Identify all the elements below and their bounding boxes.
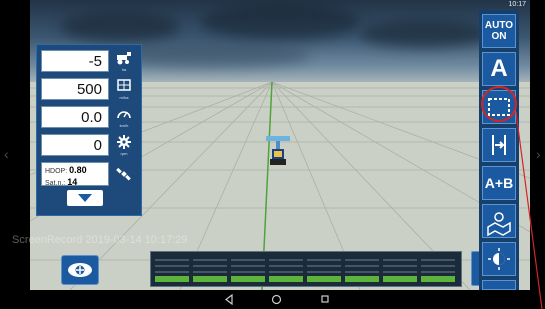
screen-record-watermark: ScreenRecord 2019-03-14 10:17:29 — [12, 234, 188, 246]
area-value: -5 — [41, 50, 109, 72]
annotation-arrow — [515, 111, 543, 309]
eye-icon — [68, 263, 92, 277]
hdop-value: 0.80 — [69, 165, 87, 175]
status-bar: 10:17 — [30, 0, 530, 10]
rpm-value: 0 — [41, 134, 109, 156]
view-toggle-button[interactable] — [61, 255, 99, 285]
chevron-right-side-icon: › — [536, 146, 541, 162]
section-6[interactable] — [345, 255, 379, 283]
chevron-left-icon: ‹ — [4, 146, 9, 162]
speed-value: 0.0 — [41, 106, 109, 128]
panel-row-rate: 500 m/ha — [41, 78, 137, 100]
gear-icon[interactable]: rpm — [111, 134, 137, 156]
android-nav-bar — [30, 290, 530, 309]
section-4[interactable] — [269, 255, 303, 283]
gps-status: HDOP: 0.80 Sat.n.: 14 — [41, 162, 109, 187]
section-2[interactable] — [193, 255, 227, 283]
section-3[interactable] — [231, 255, 265, 283]
panel-row-speed: 0.0 km/h — [41, 106, 137, 128]
section-1[interactable] — [155, 255, 189, 283]
speed-unit: km/h — [119, 123, 129, 128]
satellite-icon[interactable] — [111, 162, 137, 186]
rpm-unit: rpm — [120, 151, 128, 156]
field-area-icon[interactable]: m/ha — [111, 78, 137, 100]
tractor-plow-icon[interactable]: ha — [111, 50, 137, 72]
section-5[interactable] — [307, 255, 341, 283]
sat-label: Sat.n.: — [45, 180, 66, 187]
panel-row-rpm: 0 rpm — [41, 134, 137, 156]
section-7[interactable] — [383, 255, 417, 283]
tractor-marker — [266, 134, 290, 168]
panel-row-area: -5 ha — [41, 50, 137, 72]
speedometer-icon[interactable]: km/h — [111, 106, 137, 128]
back-icon[interactable] — [224, 294, 234, 305]
boom-sections-bar — [150, 251, 462, 287]
recents-icon[interactable] — [320, 294, 330, 304]
info-panel: -5 ha 500 m/ha 0.0 km/h 0 rpm HDOP: 0.80… — [36, 44, 142, 216]
status-time: 10:17 — [508, 1, 526, 8]
mode-a-button[interactable]: A — [482, 52, 516, 86]
hdop-label: HDOP: — [45, 168, 68, 175]
auto-on-button[interactable]: AUTO ON — [482, 14, 516, 48]
app-screen: 10:17 -5 ha 500 m/ha 0.0 km/h 0 rpm HDOP… — [30, 0, 530, 290]
home-icon[interactable] — [271, 294, 282, 305]
rate-unit: m/ha — [119, 95, 129, 100]
collapse-panel-button[interactable] — [67, 190, 103, 206]
section-8[interactable] — [421, 255, 455, 283]
sat-value: 14 — [67, 177, 78, 187]
panel-row-gps: HDOP: 0.80 Sat.n.: 14 — [41, 162, 137, 187]
area-unit: ha — [121, 67, 127, 72]
rate-value: 500 — [41, 78, 109, 100]
